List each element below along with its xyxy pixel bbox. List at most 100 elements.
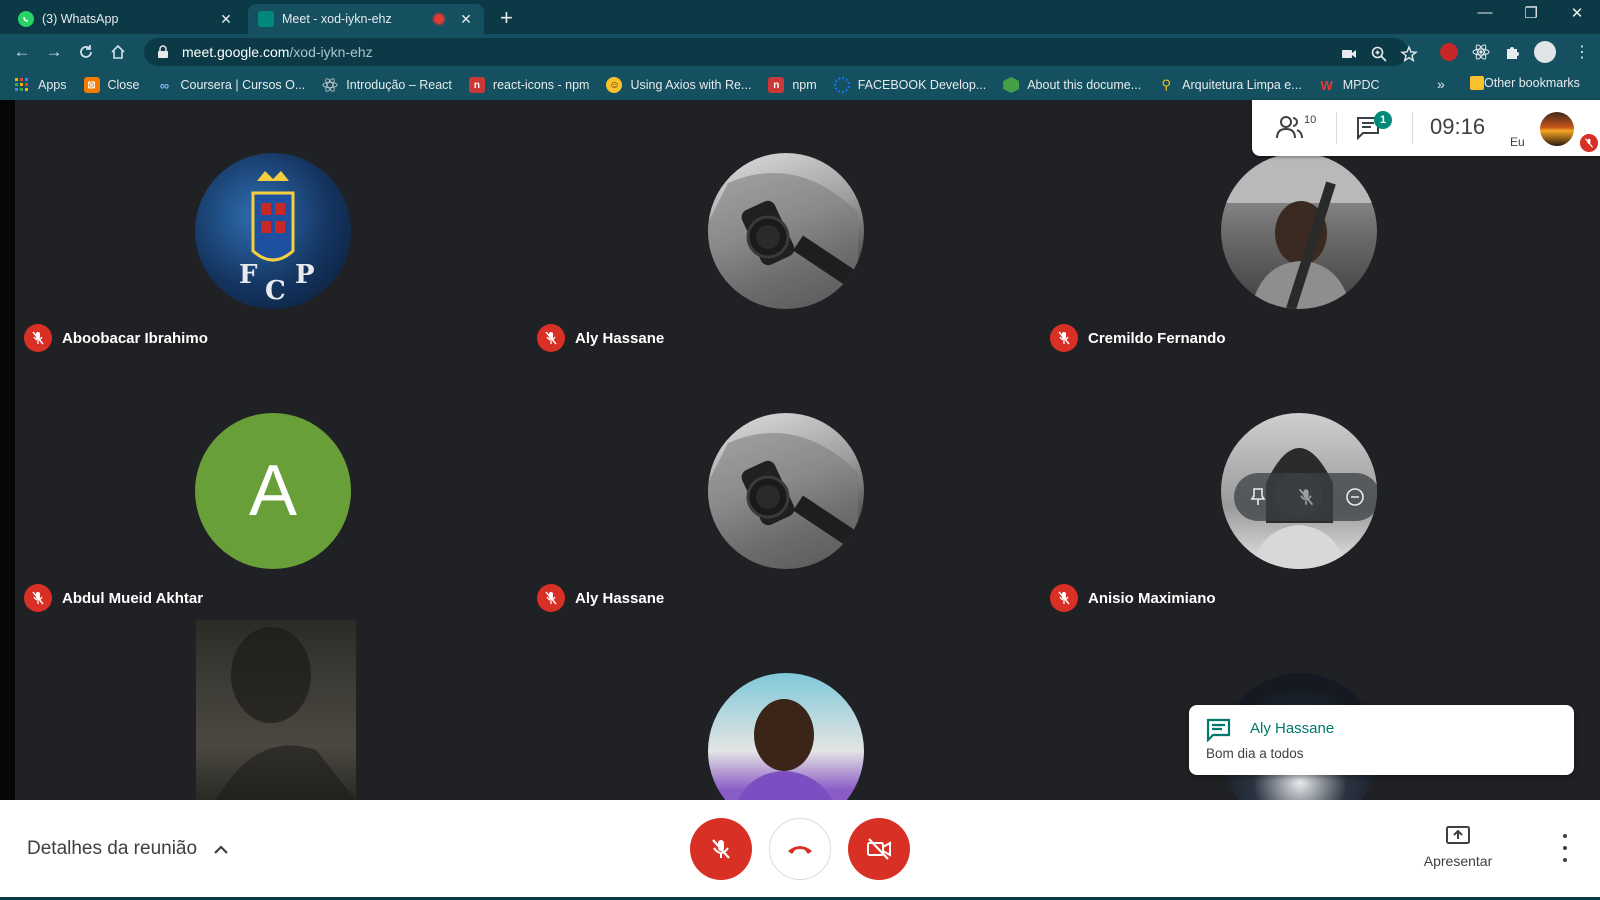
browser-menu-icon[interactable]: ⋮	[1574, 42, 1590, 62]
bookmark-axios[interactable]: ☺ Using Axios with Re...	[606, 77, 751, 93]
svg-text:P: P	[295, 260, 315, 290]
extension-react-devtools-icon[interactable]	[1472, 43, 1490, 61]
leave-call-button[interactable]	[769, 818, 831, 880]
participant-name: Abdul Mueid Akhtar	[62, 589, 204, 607]
participant-tile[interactable]: Aly Hassane	[528, 100, 1041, 360]
whatsapp-icon	[18, 11, 34, 27]
meet-video-grid: F C P Aboobacar Ibrahimo Aly Hassane Cre…	[15, 100, 1600, 800]
url-host: meet.google.com	[182, 44, 290, 60]
minimize-window-button[interactable]: —	[1462, 4, 1508, 21]
participant-avatar: F C P	[195, 153, 351, 309]
participant-name: Aly Hassane	[575, 329, 665, 347]
extension-adblock-icon[interactable]	[1440, 43, 1458, 61]
url-path: /xod-iykn-ehz	[289, 44, 373, 60]
bookmark-about-doc[interactable]: About this docume...	[1003, 77, 1141, 93]
bookmarks-overflow-chevron[interactable]: »	[1437, 76, 1445, 92]
mic-off-icon	[24, 584, 52, 612]
participant-nametag: Aly Hassane	[537, 584, 664, 612]
toggle-mic-button[interactable]	[690, 818, 752, 880]
forward-button[interactable]: →	[43, 41, 65, 63]
other-bookmarks-folder[interactable]: Other bookmarks	[1470, 76, 1580, 90]
toast-sender: Aly Hassane	[1250, 720, 1335, 737]
bookmark-label: npm	[792, 78, 817, 92]
bookmark-label: Close	[107, 78, 140, 92]
people-count: 10	[1304, 114, 1317, 126]
self-video-thumbnail[interactable]	[1540, 112, 1574, 146]
people-icon	[1276, 116, 1303, 139]
folder-icon	[1470, 76, 1484, 90]
participant-tile[interactable]: Anisio Maximiano	[1041, 360, 1554, 620]
reload-icon	[80, 45, 92, 58]
home-icon	[111, 44, 125, 59]
react-icon	[322, 77, 338, 93]
remove-participant-icon[interactable]	[1345, 487, 1365, 507]
mic-off-icon	[1050, 584, 1078, 612]
close-bookmark-icon: ⊠	[83, 77, 100, 93]
participant-nametag: Aboobacar Ibrahimo	[24, 324, 208, 352]
new-tab-button[interactable]: +	[500, 5, 513, 31]
bookmarks-bar: Apps ⊠ Close ∞ Coursera | Cursos O... Intr…	[0, 70, 1600, 100]
bookmark-arquitetura[interactable]: ⚲ Arquitetura Limpa e...	[1158, 77, 1301, 93]
bookmark-mpdc[interactable]: W MPDC	[1319, 77, 1380, 93]
close-tab-icon[interactable]: ✕	[458, 11, 474, 28]
participant-avatar[interactable]	[708, 673, 864, 800]
participant-tile[interactable]: A Abdul Mueid Akhtar	[15, 360, 528, 620]
mute-participant-icon[interactable]	[1297, 487, 1315, 507]
divider	[1336, 112, 1337, 144]
camera-permission-icon[interactable]	[1340, 45, 1358, 63]
bookmark-react[interactable]: Introdução – React	[322, 77, 452, 93]
tab-meet[interactable]: Meet - xod-iykn-ehz ✕	[248, 4, 484, 34]
tab-whatsapp[interactable]: (3) WhatsApp ✕	[8, 4, 244, 34]
bookmark-npm[interactable]: n npm	[768, 77, 817, 93]
meeting-details-label: Detalhes da reunião	[27, 838, 198, 859]
bookmark-star-icon[interactable]	[1400, 45, 1418, 63]
bookmark-label: About this docume...	[1027, 78, 1142, 92]
mic-off-icon	[1050, 324, 1078, 352]
bookmark-facebook-dev[interactable]: FACEBOOK Develop...	[833, 77, 987, 93]
zoom-icon[interactable]	[1370, 45, 1388, 63]
present-screen-icon	[1446, 826, 1470, 844]
more-options-icon[interactable]	[1558, 834, 1572, 862]
tab-title: (3) WhatsApp	[42, 12, 119, 26]
meeting-info-panel: 10 1 09:16 Eu	[1252, 100, 1600, 156]
self-mic-off-icon	[1580, 134, 1598, 152]
bookmark-label: react-icons - npm	[492, 78, 590, 92]
extensions-puzzle-icon[interactable]	[1504, 43, 1522, 61]
meeting-details-button[interactable]: Detalhes da reunião	[27, 838, 229, 860]
participant-name: Anisio Maximiano	[1088, 589, 1216, 607]
tab-title: Meet - xod-iykn-ehz	[282, 12, 392, 26]
close-window-button[interactable]: ✕	[1554, 4, 1600, 22]
chat-unread-badge: 1	[1374, 111, 1392, 129]
hang-up-icon	[788, 846, 812, 854]
home-button[interactable]	[107, 41, 129, 63]
restore-window-button[interactable]: ❐	[1508, 4, 1554, 22]
close-tab-icon[interactable]: ✕	[218, 11, 234, 28]
bookmark-close[interactable]: ⊠ Close	[83, 77, 140, 93]
participant-nametag: Anisio Maximiano	[1050, 584, 1216, 612]
recording-indicator-icon	[434, 14, 444, 24]
people-button[interactable]	[1276, 114, 1304, 145]
toggle-camera-button[interactable]	[848, 818, 910, 880]
participant-letter-avatar: A	[195, 413, 351, 569]
back-button[interactable]: ←	[11, 41, 33, 63]
camera-off-icon	[867, 838, 891, 860]
address-bar[interactable]: meet.google.com/xod-iykn-ehz	[144, 38, 1418, 66]
bookmark-coursera[interactable]: ∞ Coursera | Cursos O...	[156, 77, 305, 93]
participant-tile[interactable]: Aly Hassane	[528, 360, 1041, 620]
meeting-controls-bar: Detalhes da reunião Apresentar	[0, 800, 1600, 900]
bookmark-apps[interactable]: Apps	[14, 77, 67, 93]
bookmark-label: Using Axios with Re...	[630, 78, 752, 92]
chat-notification-toast[interactable]: Aly Hassane Bom dia a todos	[1189, 705, 1574, 775]
chevron-up-icon	[214, 845, 228, 854]
bookmark-label: Apps	[38, 78, 67, 92]
participant-tile[interactable]: F C P Aboobacar Ibrahimo	[15, 100, 528, 360]
browser-toolbar: ← → meet.google.com/xod-iykn-ehz ⋮	[0, 34, 1600, 70]
participant-nametag: Aly Hassane	[537, 324, 664, 352]
bookmark-label: FACEBOOK Develop...	[857, 78, 987, 92]
present-now-button[interactable]: Apresentar	[1410, 825, 1506, 869]
pin-icon[interactable]	[1249, 487, 1267, 507]
bookmark-react-icons-npm[interactable]: n react-icons - npm	[468, 77, 590, 93]
profile-avatar-icon[interactable]	[1534, 41, 1556, 63]
participant-video-feed[interactable]	[196, 620, 356, 800]
reload-button[interactable]	[75, 41, 97, 63]
